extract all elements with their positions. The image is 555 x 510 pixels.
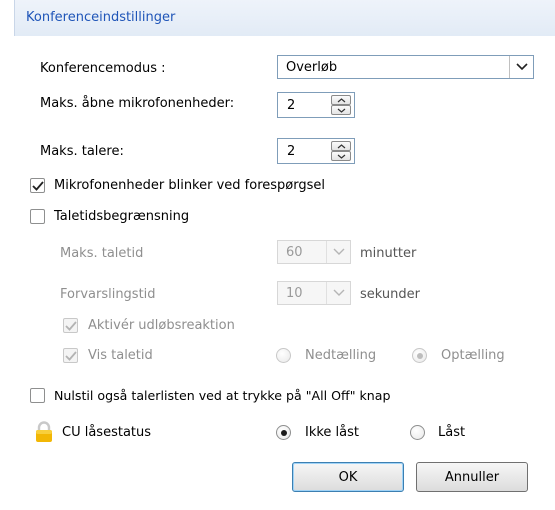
spin-up-icon[interactable] [331,141,351,151]
chevron-down-icon[interactable] [326,241,350,263]
warning-time-dropdown[interactable]: 10 [277,281,351,305]
not-locked-label: Ikke låst [305,425,360,440]
speech-limit-label: Taletidsbegrænsning [54,209,190,224]
warning-time-value: 10 [286,286,303,301]
warning-time-unit: sekunder [360,287,420,302]
locked-label: Låst [438,425,466,440]
reset-list-label: Nulstil også talerlisten ved at trykke p… [54,388,391,403]
conference-mode-label: Konferencemodus : [40,61,166,76]
chevron-down-icon[interactable] [326,282,350,304]
conference-mode-dropdown[interactable]: Overløb [277,55,534,79]
locked-radio[interactable] [410,425,425,440]
chevron-down-icon[interactable] [509,56,533,78]
max-speech-time-dropdown[interactable]: 60 [277,240,351,264]
not-locked-radio[interactable] [276,425,291,440]
expiry-reaction-label: Aktivér udløbsreaktion [88,318,235,333]
show-speech-time-checkbox[interactable] [63,348,78,363]
cancel-button[interactable]: Annuller [416,462,528,492]
reset-list-checkbox[interactable] [30,388,45,403]
lock-icon [34,421,54,447]
warning-time-label: Forvarslingstid [60,287,156,302]
max-speech-time-value: 60 [286,245,303,260]
window-title: Konferenceindstillinger [26,10,176,25]
max-speakers-spinner[interactable]: 2 [277,138,355,164]
countup-label: Optælling [441,348,505,363]
max-speech-time-label: Maks. taletid [60,246,144,261]
countdown-label: Nedtælling [305,348,377,363]
max-speakers-label: Maks. talere: [40,144,124,159]
max-speech-time-unit: minutter [360,246,417,261]
max-open-mics-label: Maks. åbne mikrofonenheder: [40,96,235,111]
checkmark-icon [31,180,44,191]
checkmark-icon [64,320,77,331]
mic-blink-checkbox[interactable] [30,178,45,193]
spin-up-icon[interactable] [331,95,351,105]
mic-blink-label: Mikrofonenheder blinker ved forespørgsel [54,178,325,193]
speech-limit-checkbox[interactable] [30,209,45,224]
max-open-mics-value: 2 [287,98,296,113]
conference-mode-value: Overløb [286,60,338,75]
show-speech-time-label: Vis taletid [88,348,153,363]
countdown-radio[interactable] [276,348,291,363]
checkmark-icon [64,350,77,361]
expiry-reaction-checkbox[interactable] [63,318,78,333]
max-open-mics-spinner[interactable]: 2 [277,92,355,118]
spin-down-icon[interactable] [331,105,351,115]
spin-down-icon[interactable] [331,151,351,161]
max-speakers-value: 2 [287,144,296,159]
ok-button[interactable]: OK [292,462,404,492]
countup-radio[interactable] [412,348,427,363]
cu-lock-label: CU låsestatus [62,425,152,440]
